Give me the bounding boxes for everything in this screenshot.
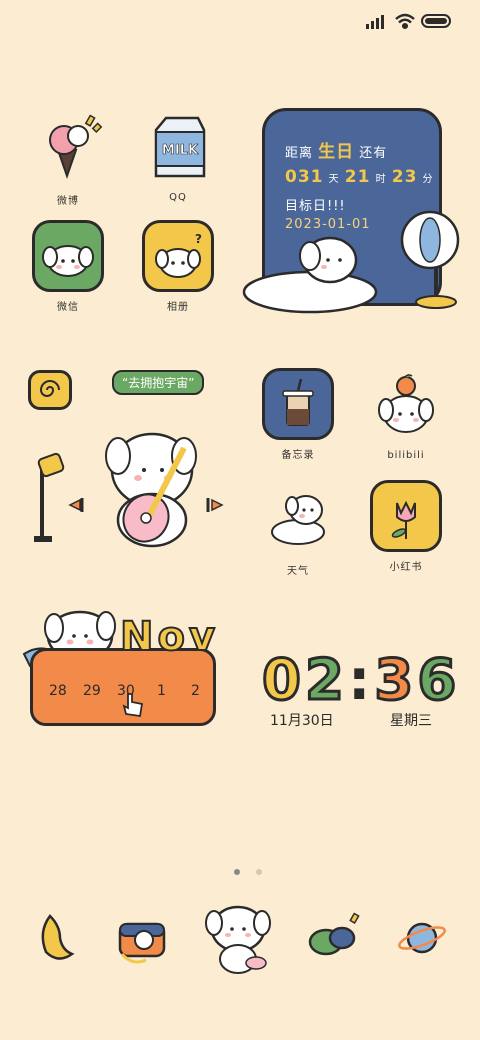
album-tile: ? xyxy=(142,220,214,292)
clock-weekday: 星期三 xyxy=(390,713,432,729)
app-label: 备忘录 xyxy=(281,450,315,461)
app-label: 相册 xyxy=(167,302,189,313)
tulip-icon xyxy=(391,500,416,539)
app-wechat[interactable]: 微信 xyxy=(28,220,108,313)
puppy-fan-illustration xyxy=(242,210,460,314)
previous-track-icon[interactable] xyxy=(68,498,84,512)
clock-colon: : xyxy=(347,648,375,713)
countdown-value: 031 天 21 时 23 分 xyxy=(285,167,434,187)
page-indicator xyxy=(226,860,270,879)
app-xiaohongshu[interactable]: 小红书 xyxy=(366,480,446,573)
app-bilibili[interactable]: bilibili xyxy=(366,368,446,461)
microphone-stand-icon xyxy=(34,452,65,542)
battery-icon xyxy=(421,14,451,28)
wechat-tile xyxy=(32,220,104,292)
page-dot[interactable] xyxy=(256,869,262,875)
page-dot-active[interactable] xyxy=(234,869,240,875)
countdown-title: 距离 生日 还有 xyxy=(285,142,388,162)
app-memo[interactable]: 备忘录 xyxy=(258,368,338,461)
puppy-orange-icon xyxy=(378,374,434,433)
app-label: bilibili xyxy=(387,450,425,461)
next-track-icon[interactable] xyxy=(206,498,224,512)
clock-hour-tens: 0 xyxy=(261,647,305,715)
calendar-date: 28 xyxy=(49,683,67,699)
clock-minute-ones: 6 xyxy=(416,647,461,715)
app-label: QQ xyxy=(169,192,187,203)
clock-date: 11月30日 xyxy=(270,713,334,729)
music-swirl-button[interactable] xyxy=(28,370,72,410)
signal-icon xyxy=(366,15,384,29)
xiaohongshu-tile xyxy=(370,480,442,552)
calendar-date: 1 xyxy=(157,683,166,699)
clock-hour-ones: 2 xyxy=(303,647,348,715)
status-bar xyxy=(366,13,451,30)
chat-icon[interactable] xyxy=(302,908,362,968)
svg-text:?: ? xyxy=(195,232,202,246)
pointing-hand-icon xyxy=(122,693,144,718)
puppy-icon[interactable] xyxy=(196,895,280,979)
svg-text:MILK: MILK xyxy=(162,143,199,158)
digital-clock[interactable]: 02:36 xyxy=(261,647,461,715)
milk-carton-icon: MILK xyxy=(154,116,206,178)
app-label: 微博 xyxy=(57,196,79,207)
guitar-puppy-illustration xyxy=(34,432,224,548)
planet-icon[interactable] xyxy=(392,908,452,968)
app-label: 天气 xyxy=(287,566,309,577)
puppy-face-icon xyxy=(42,245,94,277)
bubble-tea-icon xyxy=(282,378,314,426)
app-weather[interactable]: 天气 xyxy=(258,480,338,577)
croissant-icon[interactable] xyxy=(28,908,88,968)
app-label: 小红书 xyxy=(389,562,423,573)
calendar-date: 2 xyxy=(191,683,200,699)
ice-cream-icon xyxy=(49,114,103,180)
puppy-question-icon: ? xyxy=(155,232,202,278)
swirl-icon xyxy=(39,380,60,397)
clock-minute-tens: 3 xyxy=(373,647,418,715)
app-label: 微信 xyxy=(57,302,79,313)
camera-icon[interactable] xyxy=(112,908,172,968)
wifi-icon xyxy=(395,13,415,30)
app-weibo[interactable]: 微博 xyxy=(28,110,108,207)
app-qq[interactable]: MILK QQ xyxy=(138,110,218,203)
calendar-date: 29 xyxy=(83,683,101,699)
memo-tile xyxy=(262,368,334,440)
calendar-month: Nov xyxy=(119,613,220,661)
music-lyric-bubble: “去拥抱宇宙” xyxy=(112,370,205,395)
puppy-lying-icon xyxy=(271,495,325,545)
app-album[interactable]: ? 相册 xyxy=(138,220,218,313)
fan-icon xyxy=(400,210,460,309)
